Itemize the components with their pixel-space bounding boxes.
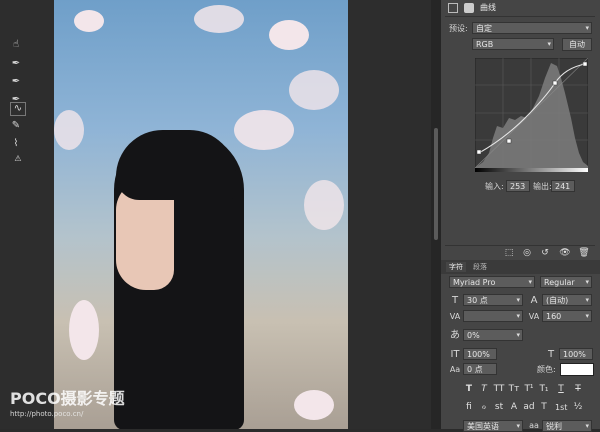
channel-select[interactable]: RGB	[472, 38, 554, 50]
tracking-field[interactable]: 160	[542, 310, 592, 322]
fractions-button[interactable]: ½	[572, 401, 584, 414]
vertical-scale-icon: IT	[450, 349, 460, 360]
mask-icon[interactable]	[464, 3, 474, 13]
preset-select[interactable]: 自定	[472, 22, 592, 34]
divider	[445, 16, 595, 17]
kerning-icon: VA	[449, 312, 461, 321]
input-field[interactable]: 253	[506, 180, 530, 192]
curve-point-icon[interactable]: ∿	[10, 102, 26, 116]
superscript-button[interactable]: T¹	[523, 383, 535, 396]
visibility-icon[interactable]: 👁	[559, 247, 571, 260]
font-style-select[interactable]: Regular	[540, 276, 592, 288]
contextual-alternates-button[interactable]: ℴ	[478, 401, 490, 414]
tsume-field[interactable]: 0%	[463, 329, 523, 341]
language-select[interactable]: 美国英语	[463, 420, 523, 432]
tab-paragraph[interactable]: 段落	[470, 262, 490, 272]
baseline-shift-icon: Aa	[449, 365, 461, 374]
font-size-icon: T	[451, 295, 459, 306]
stylistic-alternates-button[interactable]: ad	[523, 401, 535, 414]
all-caps-button[interactable]: TT	[493, 383, 505, 396]
hand-adjust-icon[interactable]: ☝	[10, 39, 22, 51]
clip-to-layer-icon[interactable]: ⬚	[503, 247, 515, 260]
tab-character[interactable]: 字符	[446, 262, 466, 272]
output-field[interactable]: 241	[551, 180, 575, 192]
curves-adjustment-icon	[448, 3, 458, 13]
ordinals-button[interactable]: 1st	[555, 401, 567, 414]
auto-button[interactable]: 自动	[562, 38, 592, 51]
smooth-icon[interactable]: ⌇	[10, 138, 22, 150]
eyedropper-black-icon[interactable]: ✒	[10, 58, 22, 70]
eyedropper-gray-icon[interactable]: ✒	[10, 76, 22, 88]
horizontal-scale-field[interactable]: 100%	[559, 348, 593, 360]
panel-title: 曲线	[480, 3, 496, 12]
view-previous-icon[interactable]: ◎	[521, 247, 533, 260]
watermark: POCO摄影专题 http://photo.poco.cn/	[10, 389, 125, 418]
font-family-select[interactable]: Myriad Pro	[449, 276, 535, 288]
input-label: 输入:	[485, 182, 504, 191]
faux-italic-button[interactable]: T	[478, 383, 490, 396]
faux-bold-button[interactable]: T	[463, 383, 475, 396]
antialias-icon: aa	[529, 421, 539, 430]
font-size-field[interactable]: 30 点	[463, 294, 523, 306]
scroll-thumb[interactable]	[434, 128, 438, 240]
small-caps-button[interactable]: Tт	[508, 383, 520, 396]
color-label: 颜色:	[537, 365, 556, 374]
titling-alternates-button[interactable]: T	[538, 401, 550, 414]
preset-label: 预设:	[449, 24, 468, 33]
output-label: 输出:	[533, 182, 552, 191]
photo-portrait	[54, 0, 348, 429]
strikethrough-button[interactable]: T	[572, 383, 584, 396]
leading-field[interactable]: (自动)	[542, 294, 592, 306]
curves-graph[interactable]	[475, 58, 588, 172]
horizontal-scale-icon: T	[547, 349, 555, 360]
pencil-icon[interactable]: ✎	[10, 120, 22, 132]
leading-icon: A	[530, 295, 538, 306]
tsume-icon: あ	[450, 330, 460, 341]
antialias-select[interactable]: 锐利	[542, 420, 592, 432]
clipping-warning-icon[interactable]: ⚠	[10, 153, 26, 165]
kerning-field[interactable]	[463, 310, 523, 322]
reset-icon[interactable]: ↺	[539, 247, 551, 260]
discretionary-ligature-button[interactable]: st	[493, 401, 505, 414]
vertical-scale-field[interactable]: 100%	[463, 348, 497, 360]
subscript-button[interactable]: T₁	[538, 383, 550, 396]
divider	[445, 245, 595, 246]
baseline-shift-field[interactable]: 0 点	[463, 363, 497, 375]
trash-icon[interactable]: 🗑	[578, 247, 590, 260]
underline-button[interactable]: T	[555, 383, 567, 396]
text-color-swatch[interactable]	[560, 363, 594, 376]
swash-button[interactable]: A	[508, 401, 520, 414]
tracking-icon: VA	[528, 312, 540, 321]
ligature-button[interactable]: fi	[463, 401, 475, 414]
